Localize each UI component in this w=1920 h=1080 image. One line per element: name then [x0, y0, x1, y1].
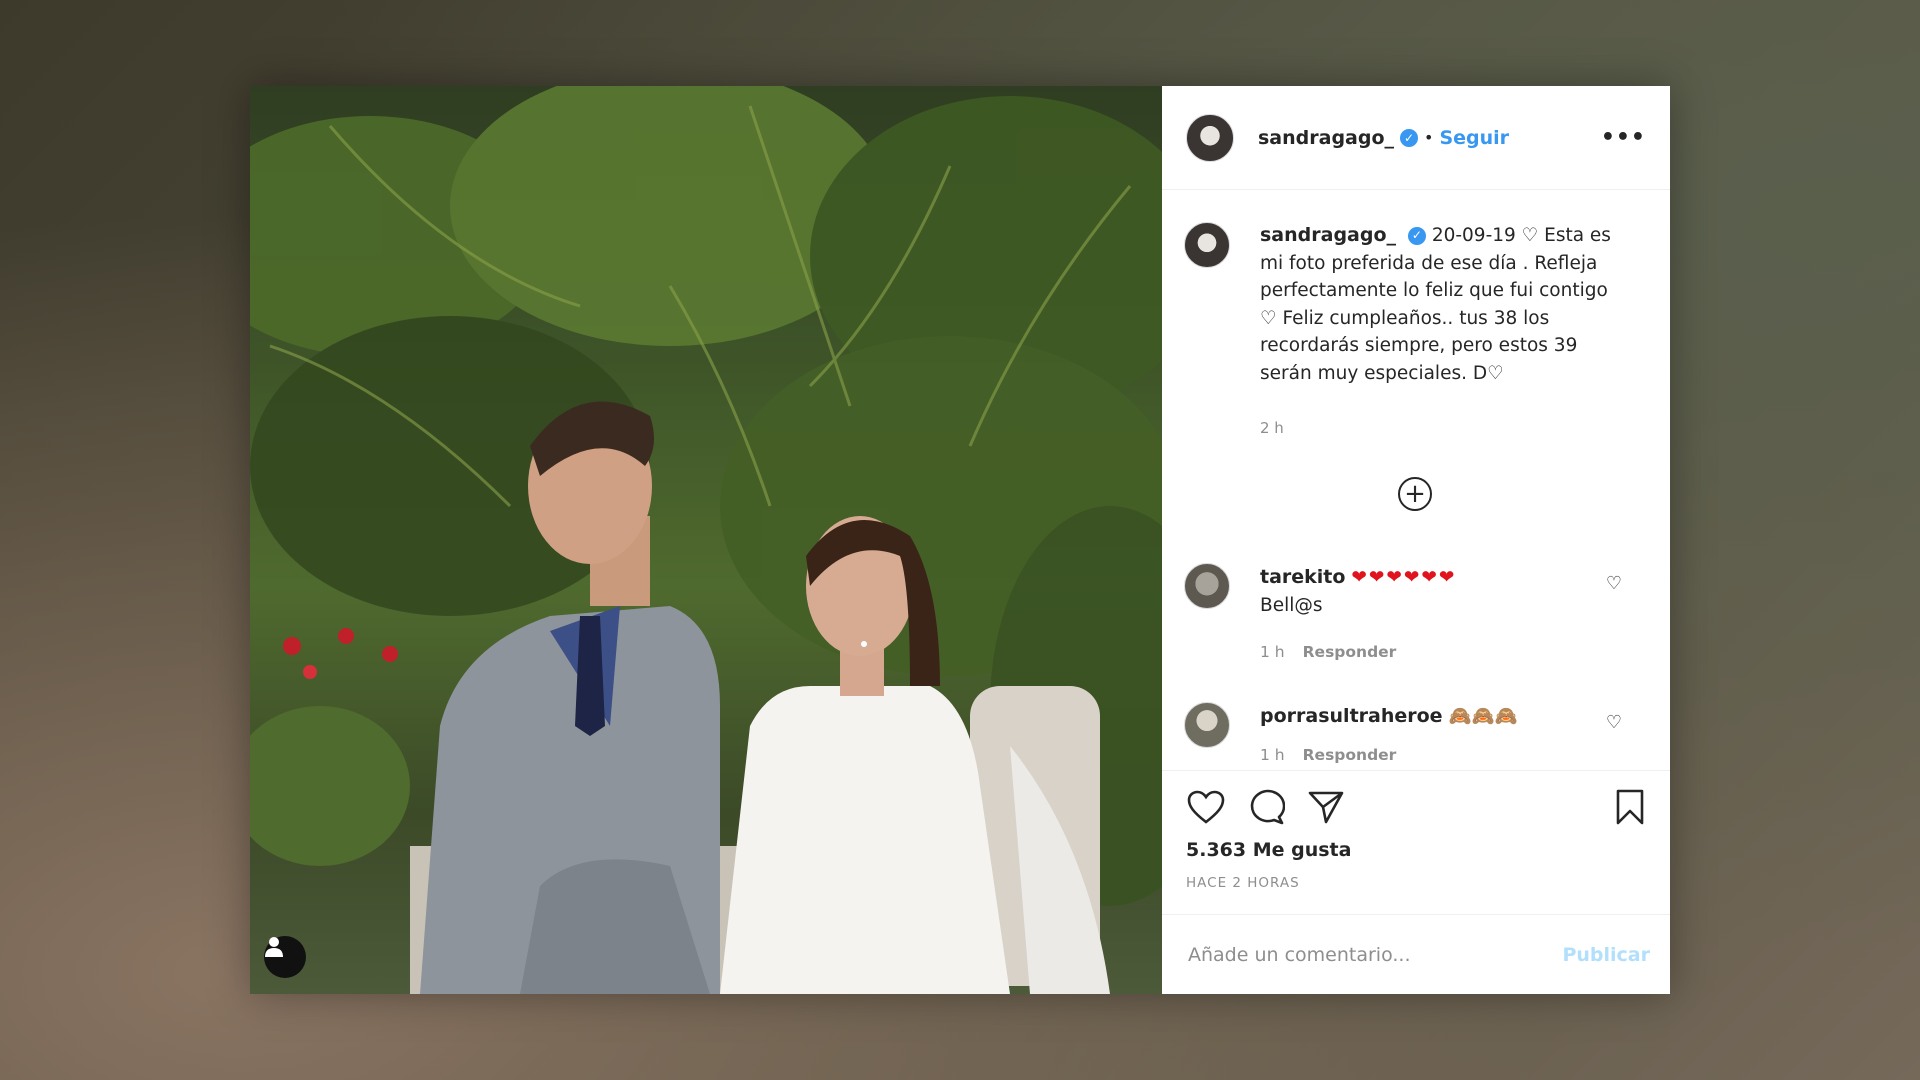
- load-more-comments-button[interactable]: +: [1398, 476, 1432, 511]
- post-actions: 5.363 Me gusta HACE 2 HORAS: [1162, 770, 1670, 914]
- user-tag-button[interactable]: [264, 936, 306, 978]
- caption-username[interactable]: sandragago_: [1260, 224, 1396, 246]
- share-icon: [1308, 791, 1344, 824]
- author-username[interactable]: sandragago_: [1258, 127, 1394, 149]
- share-button[interactable]: [1306, 787, 1346, 827]
- comment-text: Bell@s: [1260, 594, 1323, 616]
- comment-avatar[interactable]: [1184, 562, 1230, 609]
- caption-text: 20-09-19 ♡ Esta es mi foto preferida de …: [1260, 225, 1611, 384]
- caption-body: sandragago_ ✓ 20-09-19 ♡ Esta es mi foto…: [1260, 222, 1630, 443]
- comment-time[interactable]: 1 h: [1260, 746, 1285, 764]
- heart-icon: [1187, 790, 1225, 824]
- publish-button[interactable]: Publicar: [1562, 944, 1650, 966]
- comment-like-heart-icon[interactable]: ♡: [1606, 712, 1622, 733]
- comment-icon: [1250, 789, 1285, 825]
- author-avatar[interactable]: [1186, 113, 1234, 162]
- comment-emojis: ❤❤❤❤❤❤: [1351, 566, 1457, 588]
- caption: sandragago_ ✓ 20-09-19 ♡ Esta es mi foto…: [1184, 222, 1646, 443]
- reply-button[interactable]: Responder: [1303, 746, 1397, 764]
- separator-dot: •: [1424, 128, 1434, 147]
- post-header: sandragago_ ✓ • Seguir •••: [1162, 86, 1670, 190]
- reply-button[interactable]: Responder: [1303, 643, 1397, 661]
- comment-button[interactable]: [1246, 787, 1286, 827]
- wedding-photo-illustration: [250, 86, 1162, 994]
- post-side-panel: sandragago_ ✓ • Seguir ••• sandragago_ ✓…: [1162, 86, 1670, 994]
- comment-username[interactable]: porrasultraheroe: [1260, 705, 1443, 727]
- follow-button[interactable]: Seguir: [1439, 127, 1509, 149]
- like-button[interactable]: [1186, 787, 1226, 827]
- caption-time[interactable]: 2 h: [1260, 415, 1630, 443]
- comment-avatar[interactable]: [1184, 701, 1230, 748]
- save-button[interactable]: [1610, 787, 1650, 827]
- likes-count[interactable]: 5.363 Me gusta: [1186, 839, 1650, 861]
- comment-item: porrasultraheroe 🙈🙈🙈 1 h Responder ♡: [1184, 701, 1646, 769]
- plus-icon: +: [1404, 478, 1426, 509]
- comment-username[interactable]: tarekito: [1260, 566, 1345, 588]
- comment-emojis: 🙈🙈🙈: [1448, 705, 1518, 727]
- comments-scroll-area[interactable]: sandragago_ ✓ 20-09-19 ♡ Esta es mi foto…: [1162, 190, 1670, 770]
- verified-badge-icon: ✓: [1400, 128, 1419, 147]
- more-options-icon[interactable]: •••: [1601, 125, 1646, 150]
- post-photo[interactable]: [250, 86, 1162, 994]
- post-timestamp[interactable]: HACE 2 HORAS: [1186, 875, 1650, 891]
- comment-like-heart-icon[interactable]: ♡: [1606, 573, 1622, 594]
- verified-badge-icon: ✓: [1407, 227, 1426, 245]
- bookmark-icon: [1616, 789, 1644, 825]
- add-comment-form: Publicar: [1162, 914, 1670, 994]
- comment-time[interactable]: 1 h: [1260, 643, 1285, 661]
- user-tag-icon: [265, 937, 283, 957]
- comment-input[interactable]: [1186, 942, 1563, 967]
- post-modal: sandragago_ ✓ • Seguir ••• sandragago_ ✓…: [250, 86, 1670, 994]
- comment-item: tarekito ❤❤❤❤❤❤ Bell@s 1 h Responder ♡: [1184, 562, 1646, 666]
- caption-avatar[interactable]: [1184, 222, 1230, 268]
